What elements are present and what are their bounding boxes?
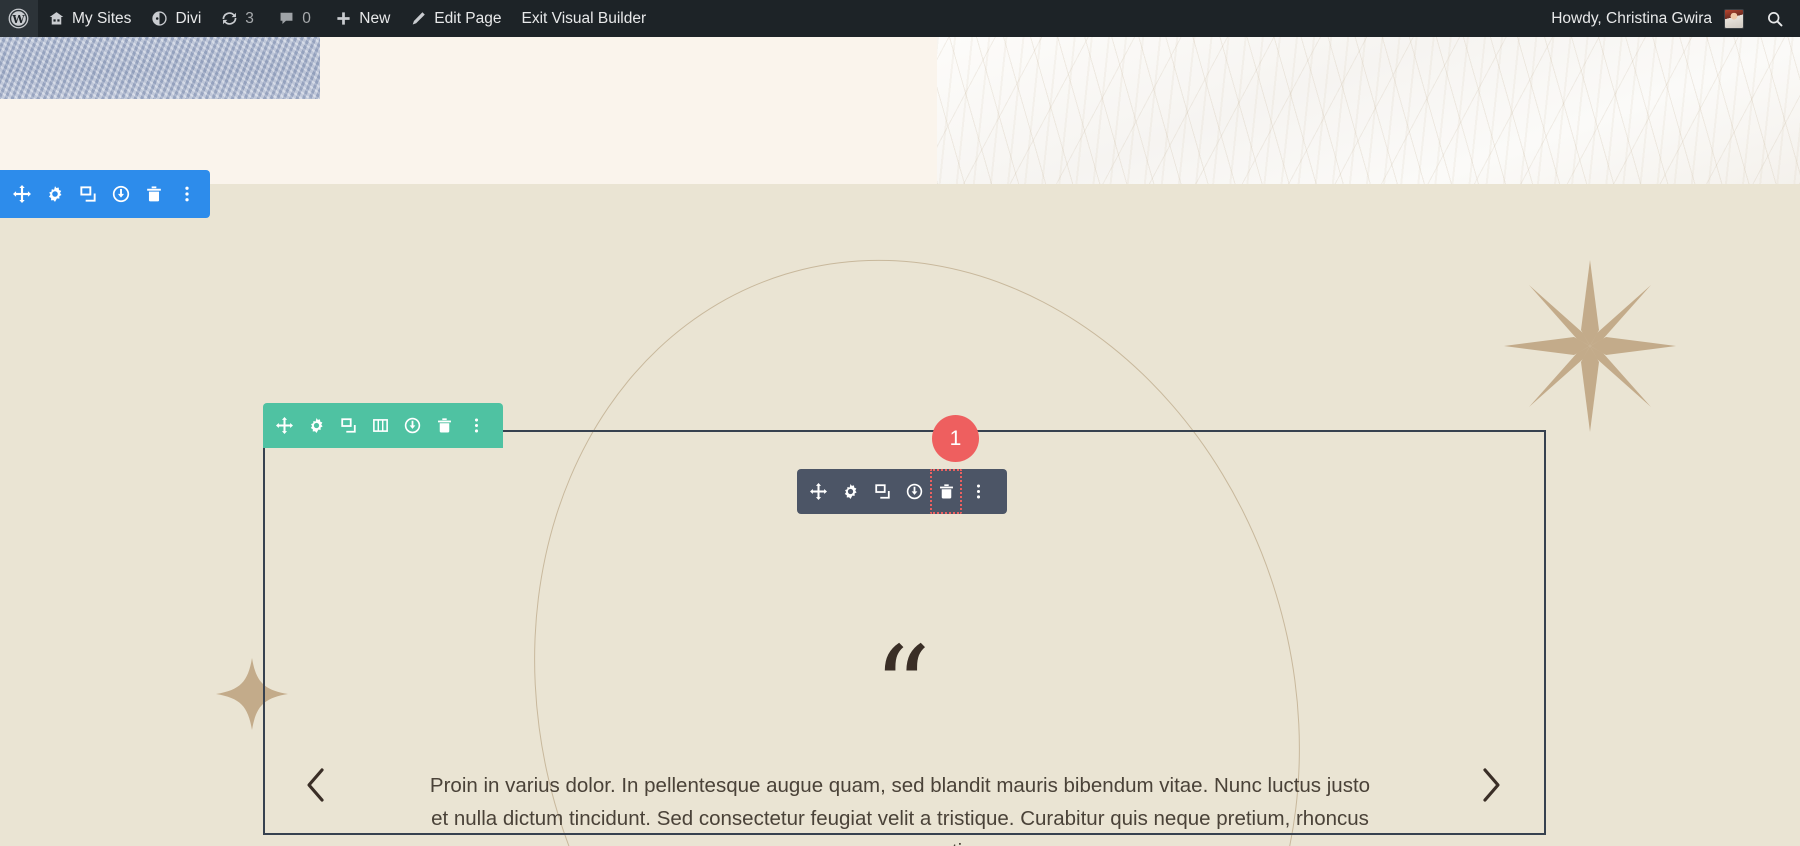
comments-count: 0: [302, 9, 311, 27]
wp-admin-bar: W My Sites Divi 3 0 New Edit Page Exit V…: [0, 0, 1800, 37]
quote-mark-glyph: “: [873, 623, 930, 753]
carousel-next-button[interactable]: [1470, 762, 1512, 808]
settings-gear-icon[interactable]: [834, 469, 866, 514]
howdy-greeting: Howdy, Christina Gwira: [1551, 9, 1712, 27]
settings-gear-icon[interactable]: [300, 403, 332, 448]
wordpress-logo-button[interactable]: W: [0, 0, 38, 37]
delete-trash-icon[interactable]: [428, 403, 460, 448]
admin-bar-account[interactable]: Howdy, Christina Gwira: [1541, 0, 1754, 37]
carousel-prev-button[interactable]: [295, 762, 337, 808]
save-to-library-icon[interactable]: [898, 469, 930, 514]
more-options-icon[interactable]: [962, 469, 994, 514]
section-toolbar[interactable]: [0, 170, 210, 218]
save-to-library-icon[interactable]: [104, 170, 137, 218]
eight-point-star-decoration: [1500, 256, 1680, 436]
admin-bar-label-divi: Divi: [175, 9, 202, 27]
more-options-icon[interactable]: [460, 403, 492, 448]
move-handle-icon[interactable]: [5, 170, 38, 218]
avatar: [1724, 8, 1744, 29]
texture-image-band-left: [0, 37, 320, 99]
admin-bar-label-my-sites: My Sites: [72, 9, 132, 27]
delete-trash-icon[interactable]: [137, 170, 170, 218]
plus-icon: [335, 10, 352, 27]
admin-bar-item-divi[interactable]: Divi: [141, 0, 211, 37]
comments-icon: [278, 10, 295, 27]
updates-icon: [221, 10, 238, 27]
settings-gear-icon[interactable]: [38, 170, 71, 218]
delete-trash-icon[interactable]: [930, 469, 962, 514]
pencil-icon: [410, 10, 427, 27]
module-toolbar[interactable]: [797, 469, 1007, 514]
admin-bar-label-new: New: [359, 9, 391, 27]
admin-bar-item-edit-page[interactable]: Edit Page: [400, 0, 511, 37]
column-structure-icon[interactable]: [364, 403, 396, 448]
duplicate-icon[interactable]: [332, 403, 364, 448]
marble-image-band-right: [937, 37, 1800, 184]
testimonial-section: “ Proin in varius dolor. In pellentesque…: [0, 184, 1800, 846]
admin-bar-label-edit-page: Edit Page: [434, 9, 502, 27]
search-icon: [1766, 10, 1784, 28]
save-to-library-icon[interactable]: [396, 403, 428, 448]
testimonial-quote-text: Proin in varius dolor. In pellentesque a…: [429, 774, 1371, 846]
admin-bar-item-exit-visual-builder[interactable]: Exit Visual Builder: [512, 0, 657, 37]
chevron-left-icon: [303, 765, 329, 805]
duplicate-icon[interactable]: [71, 170, 104, 218]
admin-bar-item-updates[interactable]: 3: [211, 0, 268, 37]
row-toolbar[interactable]: [263, 403, 503, 448]
svg-text:W: W: [11, 13, 25, 26]
media-band-row: [0, 37, 1800, 184]
more-options-icon[interactable]: [170, 170, 203, 218]
admin-bar-label-exit-visual-builder: Exit Visual Builder: [521, 9, 647, 27]
divi-icon: [151, 10, 168, 27]
updates-count: 3: [245, 9, 254, 27]
move-handle-icon[interactable]: [268, 403, 300, 448]
admin-bar-item-new[interactable]: New: [325, 0, 400, 37]
page-canvas: “ Proin in varius dolor. In pellentesque…: [0, 37, 1800, 846]
admin-bar-item-my-sites[interactable]: My Sites: [38, 0, 141, 37]
wordpress-logo-icon: W: [8, 8, 29, 29]
duplicate-icon[interactable]: [866, 469, 898, 514]
chevron-right-icon: [1478, 765, 1504, 805]
admin-bar-search-button[interactable]: [1754, 0, 1800, 37]
status-badge: 1: [932, 415, 979, 462]
sites-icon: [48, 10, 65, 27]
admin-bar-item-comments[interactable]: 0: [268, 0, 325, 37]
move-handle-icon[interactable]: [802, 469, 834, 514]
